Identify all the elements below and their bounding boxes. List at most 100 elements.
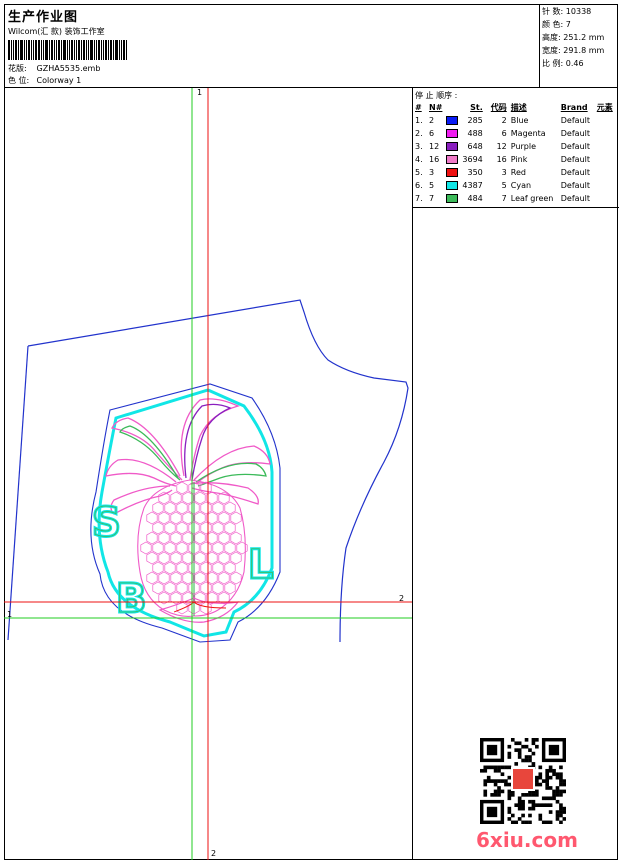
hex-cell: [212, 581, 224, 595]
stat-label: 宽度:: [542, 46, 561, 55]
qr-module: [555, 789, 560, 794]
qr-module: [493, 782, 498, 787]
qr-finder: [548, 744, 560, 756]
row-needle: 5: [429, 181, 435, 190]
stat-stitches: 针 数: 10338: [542, 6, 591, 17]
qr-module: [507, 796, 512, 801]
qr-module: [493, 768, 498, 773]
qr-module: [507, 744, 512, 749]
qr-module: [521, 799, 525, 804]
row-needle: 16: [429, 155, 440, 164]
qr-module: [559, 806, 563, 811]
qr-module: [538, 772, 543, 777]
qr-module: [483, 768, 488, 773]
qr-module: [552, 789, 556, 794]
hex-cell: [218, 511, 230, 525]
design-canvas: S S B B L L: [4, 88, 412, 860]
stat-value: 0.46: [565, 59, 584, 68]
hex-cell: [200, 561, 212, 575]
qr-module: [517, 799, 522, 804]
qr-module: [559, 810, 563, 814]
hex-cell: [200, 601, 212, 615]
qr-module: [545, 796, 549, 801]
col-header: 元素: [596, 103, 613, 112]
row-element: [595, 153, 619, 166]
garment-outline: [27, 299, 409, 643]
row-code: 6: [501, 129, 507, 138]
qr-module: [538, 813, 543, 818]
row-brand: Default: [560, 168, 590, 177]
qr-module: [521, 803, 525, 807]
color-swatch: [446, 155, 459, 164]
stat-label: 颜 色:: [542, 20, 564, 29]
qr-module: [559, 789, 563, 794]
qr-module: [521, 793, 525, 797]
qr-module: [531, 762, 536, 766]
qr-module: [514, 748, 519, 752]
barcode: [8, 40, 154, 60]
qr-module: [552, 796, 556, 801]
row-index: 2.: [415, 129, 423, 138]
row-brand: Default: [560, 194, 590, 203]
qr-module: [500, 779, 505, 783]
qr-module: [538, 803, 543, 807]
qr-module: [555, 772, 560, 777]
row-stitches: 4387: [462, 181, 483, 190]
table-divider: [413, 207, 619, 208]
hex-cell: [194, 491, 206, 505]
qr-module: [528, 813, 532, 818]
col-header: #: [415, 103, 422, 112]
hex-cell: [146, 511, 158, 525]
qr-module: [514, 762, 519, 766]
qr-module: [497, 768, 501, 773]
row-stitches: 285: [467, 116, 483, 125]
qr-module: [548, 768, 553, 773]
hex-cell: [230, 531, 242, 545]
row-needle: 2: [429, 116, 435, 125]
row-brand: Default: [560, 142, 590, 151]
stats-panel: 针 数: 10338 颜 色: 7 高度: 251.2 mm 宽度: 291.8…: [540, 4, 618, 88]
col-header: [444, 101, 460, 114]
qr-module: [521, 806, 525, 811]
row-index: 5.: [415, 168, 423, 177]
hex-cell: [152, 561, 164, 575]
qr-module: [541, 779, 546, 783]
qr-module: [517, 806, 522, 811]
table-row: 7. 7 484 7 Leaf green Default: [413, 192, 619, 205]
row-description: Purple: [510, 142, 537, 151]
qr-module: [507, 810, 512, 814]
qr-module: [545, 786, 549, 790]
hex-cell: [176, 521, 188, 535]
qr-module: [531, 793, 536, 797]
design-file-row: 花版: GZHA5535.emb: [8, 63, 100, 74]
qr-module: [483, 793, 488, 797]
hex-cell: [212, 541, 224, 555]
qr-module: [562, 779, 566, 783]
qr-module: [517, 817, 522, 821]
qr-finder: [486, 806, 498, 818]
row-color-swatch: [444, 192, 460, 205]
row-element: [595, 192, 619, 205]
hex-cell: [212, 501, 224, 515]
row-element: [595, 127, 619, 140]
qr-module: [497, 779, 501, 783]
qr-module: [548, 786, 553, 790]
qr-module: [517, 741, 522, 746]
qr-seal-icon: [511, 767, 535, 791]
stat-height: 高度: 251.2 mm: [542, 32, 604, 43]
row-color-swatch: [444, 114, 460, 127]
qr-module: [507, 817, 512, 821]
design-file-label: 花版:: [8, 64, 27, 73]
color-swatch: [446, 142, 459, 151]
col-header: N#: [429, 103, 443, 112]
row-color-swatch: [444, 166, 460, 179]
svg-text:S: S: [92, 500, 121, 546]
qr-module: [541, 796, 546, 801]
table-row: 1. 2 285 2 Blue Default: [413, 114, 619, 127]
hex-cell: [164, 581, 176, 595]
qr-module: [528, 793, 532, 797]
qr-module: [497, 786, 501, 790]
qr-module: [493, 779, 498, 783]
row-brand: Default: [560, 129, 590, 138]
qr-module: [507, 751, 512, 756]
